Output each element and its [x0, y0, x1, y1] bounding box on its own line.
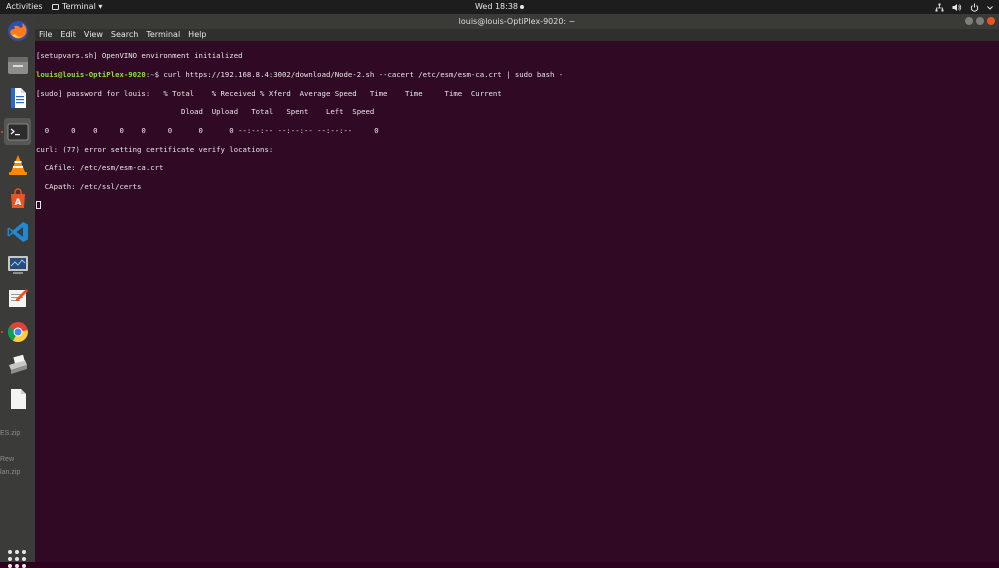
vlc-icon[interactable]	[4, 151, 31, 178]
running-indicator	[1, 131, 3, 133]
text-cursor	[36, 200, 41, 209]
command-text: $ curl https://192.168.8.4:3002/download…	[154, 70, 564, 80]
terminal-line: curl: (77) error setting certificate ver…	[36, 144, 274, 154]
terminal-small-icon	[52, 4, 59, 10]
close-button[interactable]	[987, 17, 995, 25]
terminal-line: [sudo] password for louis: % Total % Rec…	[36, 88, 502, 98]
top-panel: Activities Terminal ▾ Wed 18:38	[0, 0, 999, 14]
terminal-line: CAfile: /etc/esm/esm-ca.crt	[36, 163, 164, 173]
network-icon[interactable]	[935, 3, 944, 12]
maximize-button[interactable]	[976, 17, 984, 25]
files-icon[interactable]	[4, 51, 31, 78]
window-title: louis@louis-OptiPlex-9020: ~	[458, 17, 576, 26]
terminal-command-line: louis@louis-OptiPlex-9020:~$ curl https:…	[36, 70, 999, 79]
system-monitor-icon[interactable]	[4, 251, 31, 278]
software-center-icon[interactable]: A	[4, 185, 31, 212]
notification-dot-icon	[520, 4, 525, 9]
tray-chevron-down-icon[interactable]	[987, 3, 993, 12]
clock-container: Wed 18:38	[0, 0, 999, 14]
app-menu[interactable]: Terminal ▾	[52, 0, 102, 14]
show-applications-grid-icon[interactable]	[8, 550, 26, 568]
scanner-icon[interactable]	[4, 351, 31, 378]
window-controls	[965, 17, 995, 25]
terminal-output[interactable]: [setupvars.sh] OpenVINO environment init…	[35, 41, 999, 562]
desktop-ghost-label: ES.zip	[0, 430, 21, 437]
window-titlebar[interactable]: louis@louis-OptiPlex-9020: ~	[35, 14, 999, 29]
terminal-cursor-line	[36, 200, 999, 210]
menu-view[interactable]: View	[80, 29, 107, 41]
app-menu-label: Terminal ▾	[62, 2, 103, 11]
terminal-menubar: File Edit View Search Terminal Help	[35, 29, 999, 41]
terminal-line: Dload Upload Total Spent Left Speed	[36, 107, 375, 117]
terminal-line: 0 0 0 0 0 0 0 0 --:--:-- --:--:-- --:--:…	[36, 126, 379, 136]
clock-text: Wed 18:38	[474, 2, 519, 11]
running-indicator	[1, 331, 3, 333]
terminal-line: CApath: /etc/ssl/certs	[36, 182, 142, 192]
menu-edit[interactable]: Edit	[56, 29, 80, 41]
volume-icon[interactable]	[952, 3, 962, 12]
terminal-icon[interactable]	[4, 118, 31, 145]
firefox-icon[interactable]	[4, 17, 31, 44]
activities-button[interactable]: Activities	[6, 0, 43, 14]
dock: A ES.zip Rew lan.zip	[0, 14, 35, 568]
chrome-icon[interactable]	[4, 318, 31, 345]
text-editor-icon[interactable]	[4, 284, 31, 311]
document-icon[interactable]	[4, 385, 31, 412]
menu-help[interactable]: Help	[184, 29, 210, 41]
vscode-icon[interactable]	[4, 218, 31, 245]
writer-icon[interactable]	[4, 84, 31, 111]
desktop-ghost-label: lan.zip	[0, 469, 21, 476]
menu-file[interactable]: File	[35, 29, 56, 41]
minimize-button[interactable]	[965, 17, 973, 25]
power-icon[interactable]	[970, 3, 979, 12]
prompt-user: louis@louis-OptiPlex-9020	[36, 70, 146, 80]
system-tray[interactable]	[935, 0, 993, 14]
desktop-ghost-label: Rew	[0, 456, 15, 463]
clock[interactable]: Wed 18:38	[474, 2, 525, 11]
menu-terminal[interactable]: Terminal	[142, 29, 184, 41]
svg-text:A: A	[14, 198, 21, 208]
menu-search[interactable]: Search	[107, 29, 142, 41]
terminal-line: [setupvars.sh] OpenVINO environment init…	[36, 51, 243, 61]
